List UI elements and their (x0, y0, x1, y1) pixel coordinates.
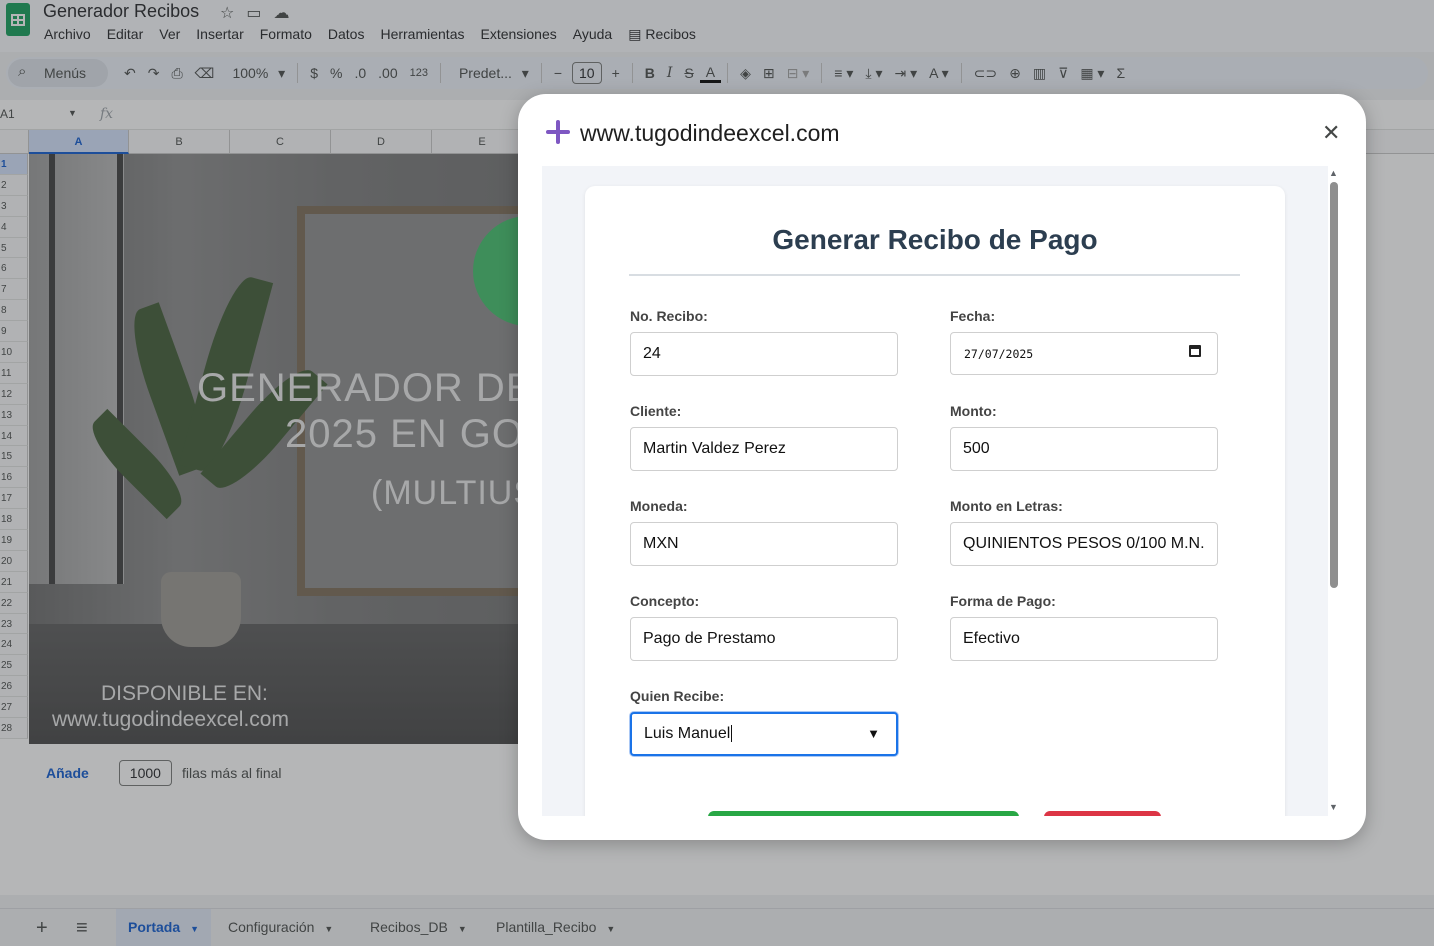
no-recibo-field[interactable]: 24 (630, 332, 898, 376)
quien-recibe-select[interactable]: Luis Manuel ▼ (630, 712, 898, 756)
title-divider (629, 274, 1240, 276)
plus-icon (544, 118, 572, 146)
moneda-label: Moneda: (630, 498, 688, 514)
monto-field[interactable]: 500 (950, 427, 1218, 471)
dialog-content: Generar Recibo de Pago No. Recibo: 24 Fe… (542, 166, 1328, 816)
fecha-date-field[interactable]: 27/07/2025 (950, 332, 1218, 375)
quien-recibe-value: Luis Manuel (644, 725, 731, 742)
scroll-down-icon[interactable]: ▼ (1329, 802, 1338, 812)
scroll-thumb[interactable] (1330, 182, 1338, 588)
dialog-title: www.tugodindeexcel.com (580, 120, 840, 146)
cancel-button[interactable] (1044, 811, 1161, 816)
calendar-icon[interactable] (1189, 345, 1201, 357)
dialog-scrollbar[interactable]: ▲ ▼ (1326, 166, 1342, 816)
monto-letras-label: Monto en Letras: (950, 498, 1063, 514)
cliente-label: Cliente: (630, 403, 682, 419)
fecha-value: 27/07/2025 (964, 347, 1034, 361)
concepto-field[interactable]: Pago de Prestamo (630, 617, 898, 661)
text-cursor (731, 725, 733, 743)
form-card: Generar Recibo de Pago No. Recibo: 24 Fe… (585, 186, 1285, 816)
scroll-up-icon[interactable]: ▲ (1329, 168, 1338, 178)
forma-pago-field[interactable]: Efectivo (950, 617, 1218, 661)
generate-button[interactable] (708, 811, 1019, 816)
receipt-dialog: www.tugodindeexcel.com ✕ Generar Recibo … (518, 94, 1366, 840)
fecha-label: Fecha: (950, 308, 996, 324)
moneda-field[interactable]: MXN (630, 522, 898, 566)
quien-recibe-label: Quien Recibe: (630, 688, 725, 704)
concepto-label: Concepto: (630, 593, 700, 609)
monto-label: Monto: (950, 403, 997, 419)
cliente-field[interactable]: Martin Valdez Perez (630, 427, 898, 471)
no-recibo-label: No. Recibo: (630, 308, 708, 324)
forma-pago-label: Forma de Pago: (950, 593, 1056, 609)
dropdown-arrow-icon[interactable]: ▼ (867, 714, 880, 754)
close-icon[interactable]: ✕ (1322, 120, 1340, 146)
form-title: Generar Recibo de Pago (772, 224, 1098, 255)
monto-letras-field[interactable]: QUINIENTOS PESOS 0/100 M.N. (950, 522, 1218, 566)
